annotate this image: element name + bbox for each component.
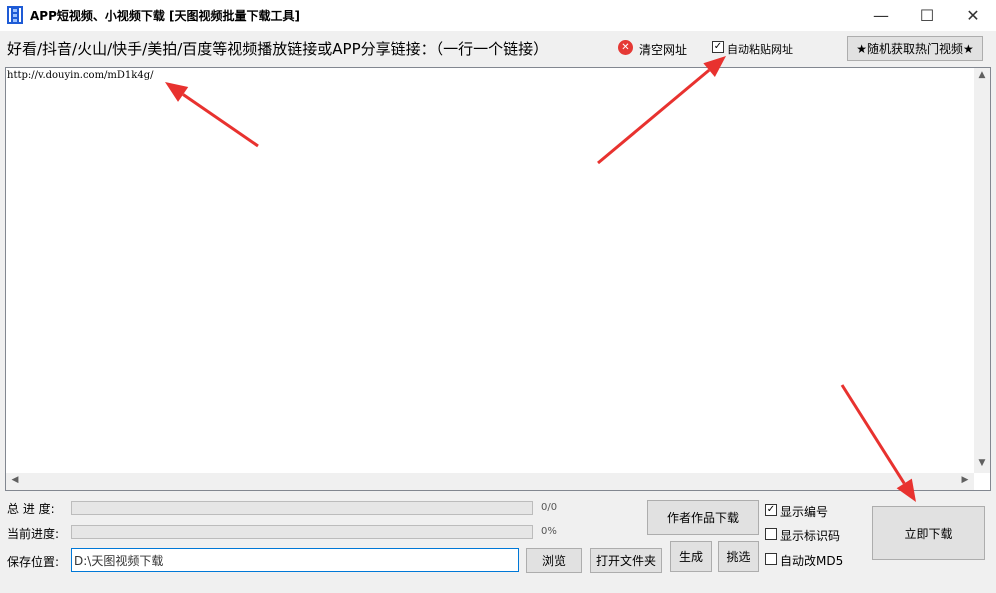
save-location-label: 保存位置:: [7, 555, 60, 569]
close-button[interactable]: ✕: [950, 0, 996, 31]
horizontal-scrollbar[interactable]: [6, 473, 974, 490]
app-icon: [7, 6, 23, 24]
links-textarea[interactable]: [5, 67, 991, 491]
download-now-button[interactable]: 立即下载: [872, 506, 985, 560]
total-progress-label: 总 进 度:: [7, 502, 55, 516]
maximize-button[interactable]: ☐: [904, 0, 950, 31]
scroll-left-icon[interactable]: ◀: [8, 475, 22, 489]
save-path-input[interactable]: [71, 548, 519, 572]
show-number-checkbox[interactable]: ✓: [765, 504, 777, 516]
current-progress-bar: [71, 525, 533, 539]
window-title: APP短视频、小视频下载 [天图视频批量下载工具]: [30, 9, 301, 23]
auto-paste-label[interactable]: 自动粘贴网址: [727, 41, 793, 57]
scroll-up-icon[interactable]: ▲: [974, 70, 990, 84]
author-works-download-button[interactable]: 作者作品下载: [647, 500, 759, 535]
links-content[interactable]: http://v.douyin.com/mD1k4g/: [7, 70, 153, 81]
random-hot-video-button[interactable]: ★随机获取热门视频★: [847, 36, 983, 61]
current-progress-text: 0%: [541, 526, 557, 537]
clear-icon[interactable]: ✕: [618, 40, 633, 55]
clear-url-link[interactable]: 清空网址: [639, 41, 687, 58]
show-number-label[interactable]: 显示编号: [780, 503, 828, 520]
show-id-label[interactable]: 显示标识码: [780, 527, 840, 544]
browse-button[interactable]: 浏览: [526, 548, 582, 573]
auto-paste-checkbox[interactable]: ✓: [712, 41, 724, 53]
scroll-right-icon[interactable]: ▶: [958, 475, 972, 489]
instruction-text: 好看/抖音/火山/快手/美拍/百度等视频播放链接或APP分享链接：（一行一个链接…: [7, 40, 549, 58]
select-button[interactable]: 挑选: [718, 541, 759, 572]
total-progress-bar: [71, 501, 533, 515]
open-folder-button[interactable]: 打开文件夹: [590, 548, 662, 573]
vertical-scrollbar[interactable]: [974, 68, 990, 473]
auto-md5-label[interactable]: 自动改MD5: [780, 552, 843, 569]
minimize-button[interactable]: —: [858, 0, 904, 31]
current-progress-label: 当前进度:: [7, 527, 60, 541]
scroll-down-icon[interactable]: ▼: [974, 458, 990, 472]
total-progress-text: 0/0: [541, 502, 558, 513]
generate-button[interactable]: 生成: [670, 541, 712, 572]
show-id-checkbox[interactable]: [765, 528, 777, 540]
auto-md5-checkbox[interactable]: [765, 553, 777, 565]
